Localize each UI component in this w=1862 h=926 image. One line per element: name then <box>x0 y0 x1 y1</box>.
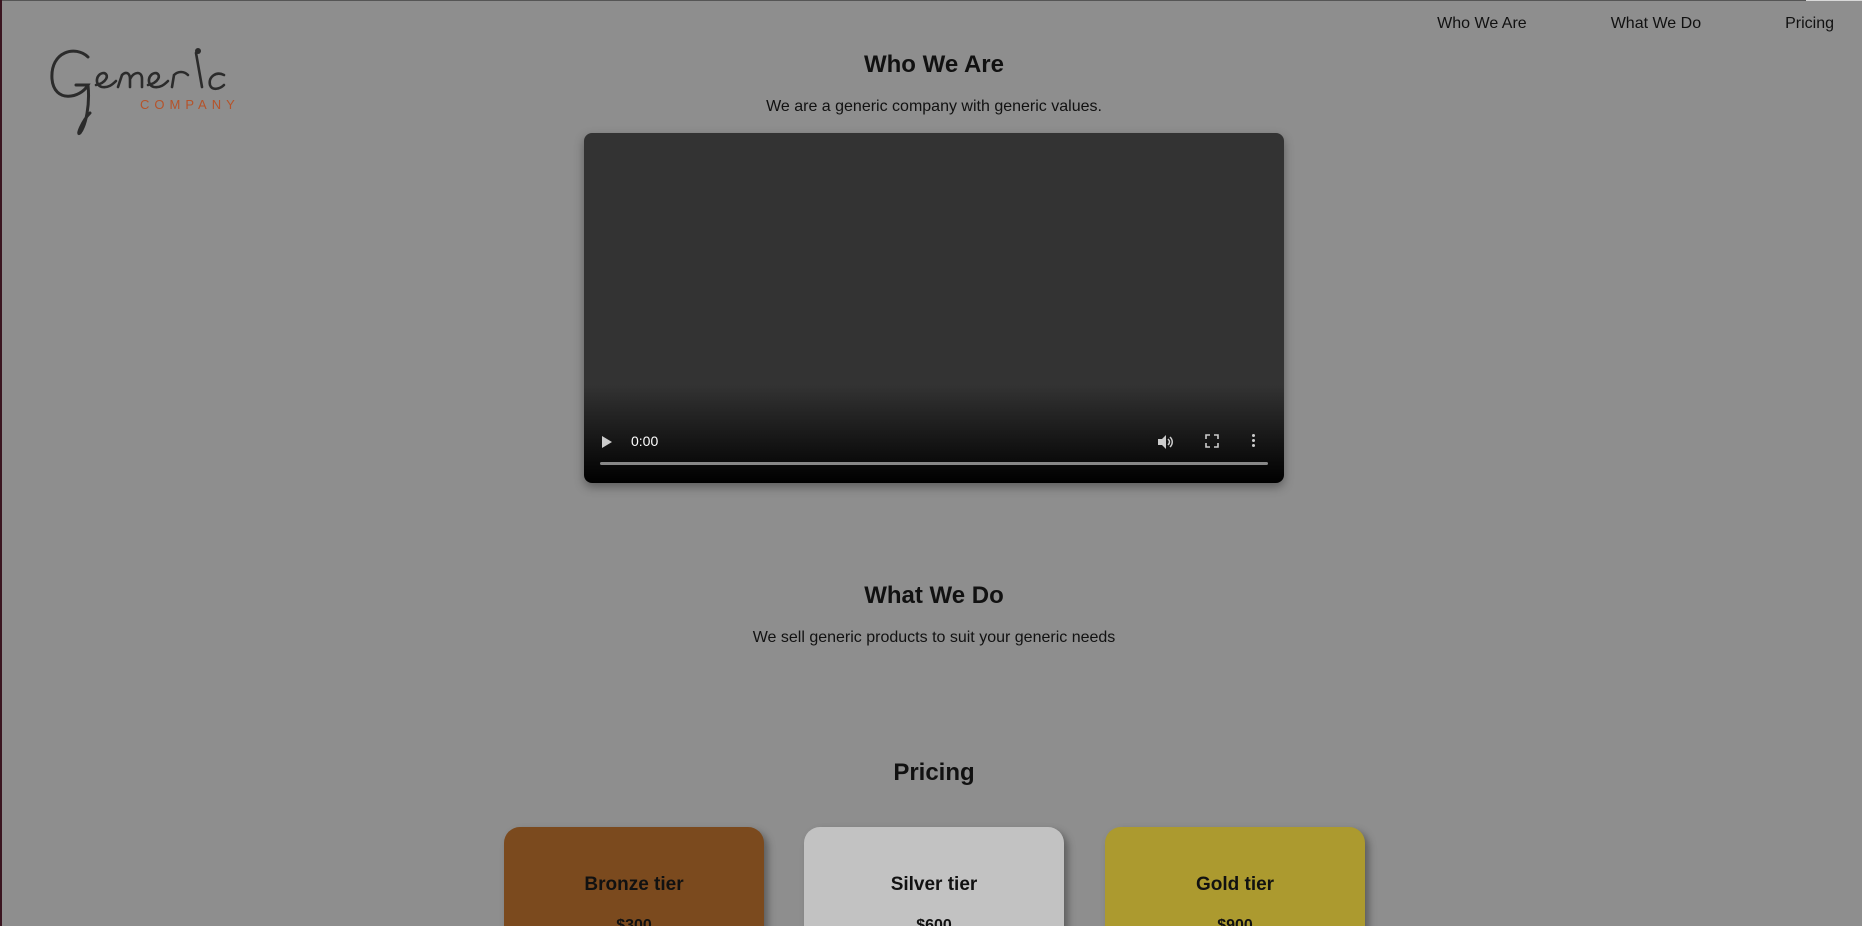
nav-who-we-are[interactable]: Who We Are <box>1437 15 1527 33</box>
top-border-highlight <box>1806 0 1862 1</box>
video-player[interactable]: 0:00 <box>584 133 1284 483</box>
pricing-heading: Pricing <box>893 759 975 786</box>
fullscreen-icon[interactable] <box>1205 434 1219 448</box>
tier-price: $600 <box>916 917 952 926</box>
main-nav: Who We Are What We Do Pricing <box>1437 15 1834 33</box>
pricing-card-silver[interactable]: Silver tier $600 <box>804 827 1064 926</box>
who-we-are-heading: Who We Are <box>863 51 1004 78</box>
what-we-do-heading: What We Do <box>864 582 1004 609</box>
top-border <box>0 0 1862 1</box>
nav-pricing[interactable]: Pricing <box>1785 15 1834 33</box>
volume-icon[interactable] <box>1156 433 1174 451</box>
video-progress-bar[interactable] <box>600 462 1268 465</box>
what-we-do-text: We sell generic products to suit your ge… <box>752 629 1116 646</box>
page: COMPANY Who We Are What We Do Pricing Wh… <box>0 0 1862 926</box>
tier-name: Silver tier <box>890 874 978 895</box>
video-controls: 0:00 <box>584 423 1284 483</box>
more-options-icon[interactable] <box>1252 434 1256 450</box>
nav-what-we-do[interactable]: What We Do <box>1611 15 1701 33</box>
left-border <box>0 0 2 926</box>
pricing-card-bronze[interactable]: Bronze tier $300 <box>504 827 764 926</box>
tier-name: Bronze tier <box>584 874 684 895</box>
pricing-card-gold[interactable]: Gold tier $900 <box>1105 827 1365 926</box>
tier-name: Gold tier <box>1195 874 1275 895</box>
play-icon[interactable] <box>602 436 612 448</box>
tier-price: $300 <box>616 917 652 926</box>
tier-price: $900 <box>1217 917 1253 926</box>
who-we-are-text: We are a generic company with generic va… <box>766 98 1102 115</box>
video-time: 0:00 <box>631 433 659 449</box>
